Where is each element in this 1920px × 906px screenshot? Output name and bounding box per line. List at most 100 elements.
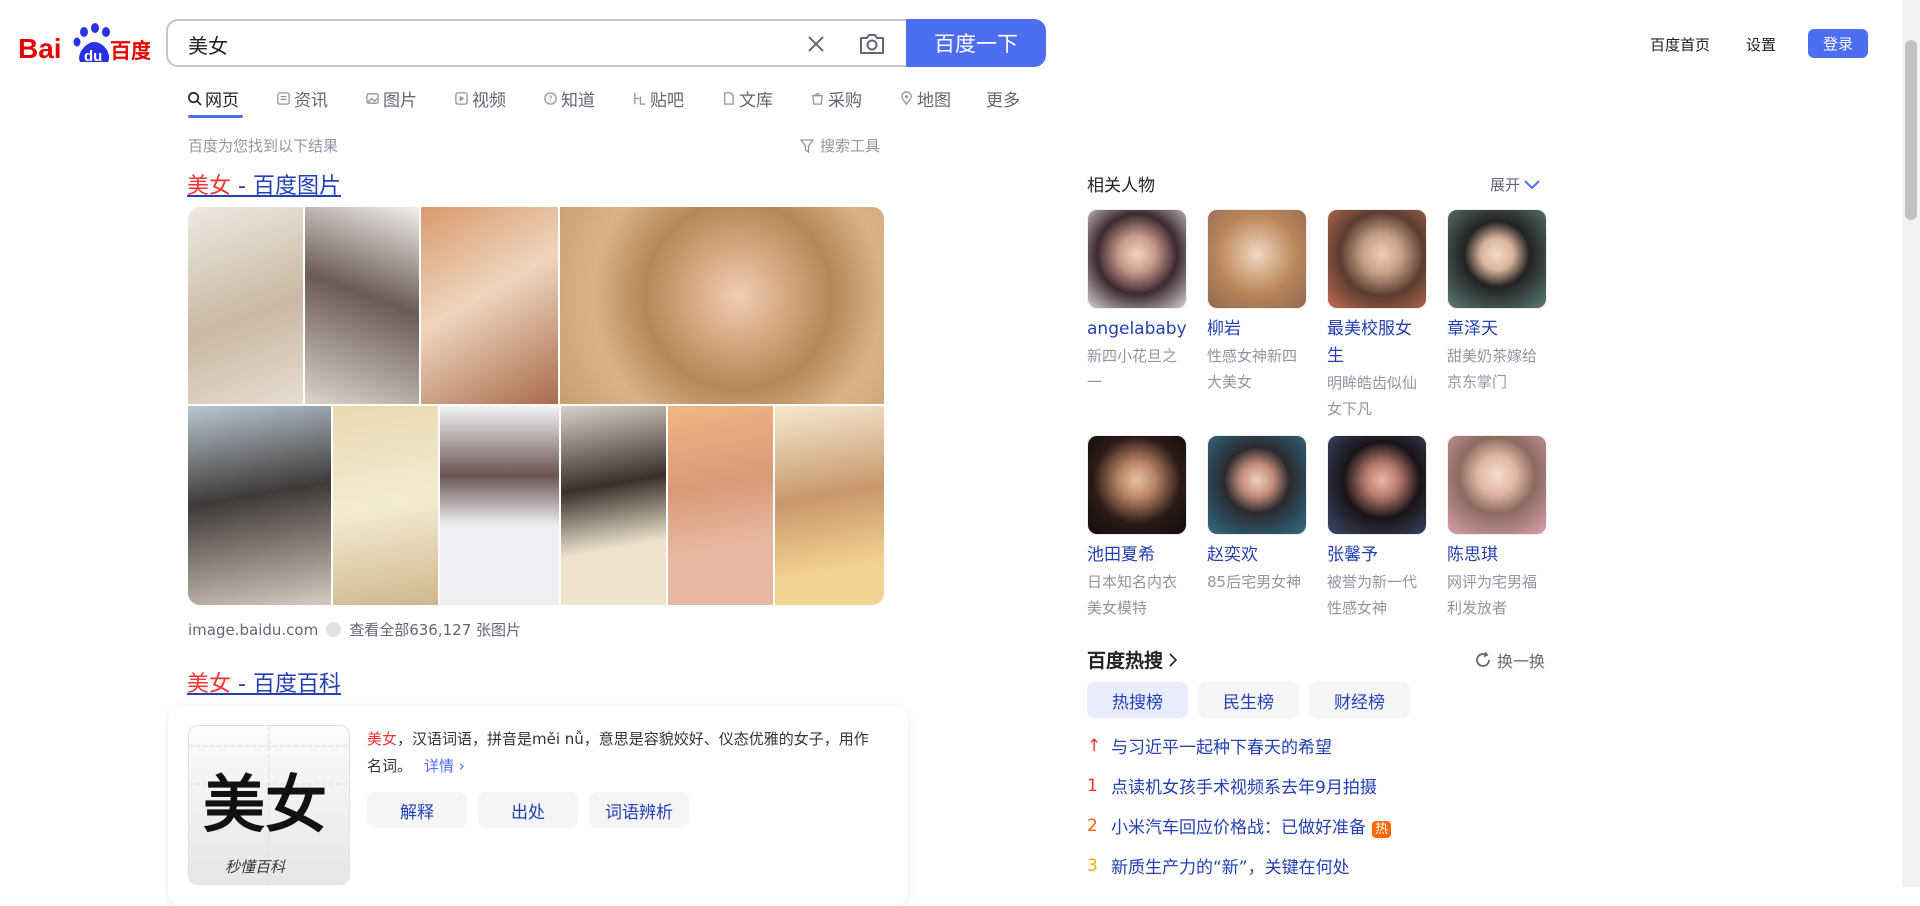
image-thumbnail[interactable] <box>668 406 773 605</box>
baidu-logo[interactable]: Bai du 百度 <box>18 20 150 66</box>
person-photo[interactable] <box>1327 435 1427 535</box>
image-thumbnail[interactable] <box>775 406 884 605</box>
person-photo[interactable] <box>1327 209 1427 309</box>
person-card[interactable]: 张馨予 被誉为新一代性感女神 <box>1327 435 1427 621</box>
tab-more[interactable]: 更多 <box>986 86 1020 111</box>
person-photo[interactable] <box>1447 435 1547 535</box>
settings-link[interactable]: 设置 <box>1746 34 1776 55</box>
tab-zhidao[interactable]: ? 知道 <box>543 86 595 111</box>
person-name[interactable]: 柳岩 <box>1207 316 1307 343</box>
baidu-home-link[interactable]: 百度首页 <box>1650 34 1710 55</box>
tab-label: 文库 <box>739 91 773 111</box>
svg-text:百度: 百度 <box>110 39 150 63</box>
hot-search-title[interactable]: 百度热搜 <box>1087 646 1178 673</box>
hot-item[interactable]: ↑ 与习近平一起种下春天的希望 <box>1087 733 1332 759</box>
person-name[interactable]: 张馨予 <box>1327 542 1427 569</box>
search-button[interactable]: 百度一下 <box>906 19 1046 67</box>
search-input[interactable] <box>186 21 750 67</box>
hot-search-label: 百度热搜 <box>1087 650 1164 672</box>
person-name[interactable]: 池田夏希 <box>1087 542 1187 569</box>
person-desc: 新四小花旦之一 <box>1087 347 1178 391</box>
person-photo[interactable] <box>1087 435 1187 535</box>
video-icon <box>455 92 468 105</box>
person-name[interactable]: 章泽天 <box>1447 316 1547 343</box>
tab-map[interactable]: 地图 <box>899 86 951 111</box>
person-name[interactable]: 赵奕欢 <box>1207 542 1307 569</box>
tab-livelihood-list[interactable]: 民生榜 <box>1198 682 1299 718</box>
person-photo[interactable] <box>1207 435 1307 535</box>
search-tools-button[interactable]: 搜索工具 <box>800 135 880 156</box>
tab-webpage[interactable]: 网页 <box>187 86 239 111</box>
active-tab-indicator <box>188 115 243 118</box>
image-thumbnail[interactable] <box>560 207 884 404</box>
tab-hot-list[interactable]: 热搜榜 <box>1087 682 1188 718</box>
baike-image[interactable]: 美女 秒懂百科 <box>188 725 350 885</box>
image-thumbnail[interactable] <box>561 406 666 605</box>
person-photo[interactable] <box>1087 209 1187 309</box>
hot-item-text[interactable]: 新质生产力的“新”，关键在何处 <box>1111 853 1350 878</box>
tab-wenku[interactable]: 文库 <box>721 86 773 111</box>
person-card[interactable]: 赵奕欢 85后宅男女神 <box>1207 435 1307 595</box>
chip-word-analysis[interactable]: 词语辨析 <box>589 792 689 828</box>
scrollbar-thumb[interactable] <box>1905 40 1917 220</box>
person-photo[interactable] <box>1207 209 1307 309</box>
tab-video[interactable]: 视频 <box>454 86 506 111</box>
hot-rank: 3 <box>1087 855 1098 876</box>
camera-icon[interactable] <box>858 31 886 57</box>
hot-item[interactable]: 2 小米汽车回应价格战：已做好准备热 <box>1087 813 1392 838</box>
person-name[interactable]: angelababy <box>1087 316 1187 343</box>
tab-label: 网页 <box>205 91 239 111</box>
tab-label: 知道 <box>561 91 595 111</box>
image-icon <box>366 93 379 104</box>
result-title-images[interactable]: 美女 - 百度图片 <box>187 168 341 200</box>
shield-icon <box>326 622 342 637</box>
image-thumbnail[interactable] <box>188 406 331 605</box>
person-card[interactable]: 章泽天 甜美奶茶嫁给京东掌门 <box>1447 209 1547 395</box>
person-card[interactable]: angelababy 新四小花旦之一 <box>1087 209 1187 395</box>
expand-button[interactable]: 展开 <box>1490 174 1540 195</box>
hot-rank: 2 <box>1087 815 1098 836</box>
image-thumbnail[interactable] <box>440 406 559 605</box>
hot-item-text[interactable]: 点读机女孩手术视频系去年9月拍摄 <box>1111 773 1377 798</box>
image-thumbnail[interactable] <box>421 207 558 404</box>
person-name[interactable]: 最美校服女生 <box>1327 316 1427 370</box>
person-photo[interactable] <box>1447 209 1547 309</box>
person-desc: 日本知名内衣美女模特 <box>1087 573 1178 617</box>
view-all-images-link[interactable]: 查看全部636,127 张图片 <box>349 619 521 640</box>
person-desc: 被誉为新一代性感女神 <box>1327 573 1418 617</box>
refresh-button[interactable]: 换一换 <box>1474 648 1545 672</box>
hot-item-text[interactable]: 与习近平一起种下春天的希望 <box>1111 733 1332 758</box>
person-card[interactable]: 最美校服女生 明眸皓齿似仙女下凡 <box>1327 209 1427 422</box>
login-button[interactable]: 登录 <box>1808 29 1868 58</box>
person-name[interactable]: 陈思琪 <box>1447 542 1547 569</box>
tab-finance-list[interactable]: 财经榜 <box>1309 682 1410 718</box>
search-box <box>166 19 906 67</box>
image-thumbnail[interactable] <box>188 207 303 404</box>
result-title-baike[interactable]: 美女 - 百度百科 <box>187 666 341 698</box>
chip-explanation[interactable]: 解释 <box>367 792 467 828</box>
svg-text:美女: 美女 <box>203 768 327 841</box>
image-thumbnail[interactable] <box>305 207 419 404</box>
tab-purchase[interactable]: 采购 <box>810 86 862 111</box>
tab-images[interactable]: 图片 <box>365 86 417 111</box>
person-card[interactable]: 陈思琪 网评为宅男福利发放者 <box>1447 435 1547 621</box>
expand-label: 展开 <box>1490 176 1521 194</box>
person-card[interactable]: 池田夏希 日本知名内衣美女模特 <box>1087 435 1187 621</box>
tab-label: 图片 <box>383 91 417 111</box>
hot-item[interactable]: 3 新质生产力的“新”，关键在何处 <box>1087 853 1350 879</box>
details-link[interactable]: 详情 › <box>424 757 465 775</box>
hot-item-text[interactable]: 小米汽车回应价格战：已做好准备热 <box>1111 813 1392 838</box>
source-url[interactable]: image.baidu.com <box>188 621 318 639</box>
refresh-label: 换一换 <box>1497 652 1546 671</box>
person-card[interactable]: 柳岩 性感女神新四大美女 <box>1207 209 1307 395</box>
person-desc: 网评为宅男福利发放者 <box>1447 573 1538 617</box>
chip-source[interactable]: 出处 <box>478 792 578 828</box>
clear-icon[interactable] <box>804 32 828 56</box>
tab-news[interactable]: 资讯 <box>276 86 328 111</box>
tab-tieba[interactable]: 贴吧 <box>632 86 684 111</box>
image-thumbnail[interactable] <box>333 406 438 605</box>
hot-item[interactable]: 1 点读机女孩手术视频系去年9月拍摄 <box>1087 773 1377 799</box>
question-icon: ? <box>544 92 557 105</box>
tab-label: 地图 <box>917 91 951 111</box>
svg-text:秒懂百科: 秒懂百科 <box>225 858 286 876</box>
